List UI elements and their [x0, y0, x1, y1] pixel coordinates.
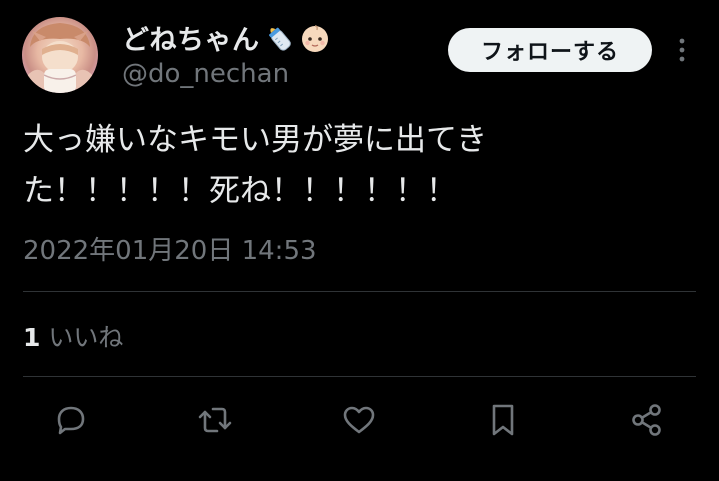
avatar[interactable]: [22, 17, 98, 93]
author-handle[interactable]: @do_nechan: [122, 59, 289, 89]
likes-label: いいね: [48, 323, 124, 352]
bookmark-icon[interactable]: [481, 398, 525, 442]
avatar-image: [26, 23, 94, 93]
likes-summary[interactable]: 1 いいね: [23, 318, 123, 354]
divider: [23, 376, 696, 377]
likes-count: 1: [23, 323, 41, 352]
reply-icon[interactable]: [49, 398, 93, 442]
baby-bottle-icon: [262, 21, 296, 55]
follow-button[interactable]: フォローする: [448, 28, 652, 72]
author-display-name[interactable]: どねちゃん: [122, 18, 260, 57]
retweet-icon[interactable]: [193, 398, 237, 442]
author-name-row[interactable]: どねちゃん: [122, 18, 332, 57]
tweet-timestamp[interactable]: 2022年01月20日 14:53: [23, 230, 317, 267]
tweet-text: 大っ嫌いなキモい男が夢に出てき た！！！！！死ね！！！！！！: [23, 122, 488, 209]
share-icon[interactable]: [625, 398, 669, 442]
like-icon[interactable]: [337, 398, 381, 442]
baby-face-icon: [298, 21, 332, 55]
divider: [23, 291, 696, 292]
more-vertical-icon[interactable]: [672, 36, 692, 64]
